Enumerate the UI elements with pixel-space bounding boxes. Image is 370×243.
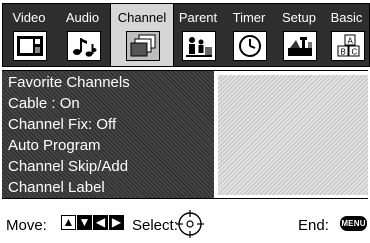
tab-video[interactable]: Video bbox=[3, 4, 55, 66]
parent-family-icon bbox=[182, 31, 216, 61]
menu-tab-bar: Video Audio Channel Parent Timer Setup B… bbox=[2, 3, 370, 67]
tab-video-label: Video bbox=[12, 10, 46, 25]
tab-audio[interactable]: Audio bbox=[55, 4, 110, 66]
music-notes-icon bbox=[66, 31, 101, 61]
help-bar: Move: ▲ ▼ ◀ ▶ Select: End: MENU bbox=[0, 210, 370, 240]
svg-text:A: A bbox=[347, 37, 353, 46]
svg-text:B: B bbox=[340, 48, 345, 57]
end-label: End: bbox=[298, 217, 329, 234]
tab-basic-label: Basic bbox=[330, 10, 363, 25]
menu-item-channel-skip-add[interactable]: Channel Skip/Add bbox=[8, 156, 212, 177]
menu-item-auto-program[interactable]: Auto Program bbox=[8, 135, 212, 156]
tv-menu-screen: Video Audio Channel Parent Timer Setup B… bbox=[0, 0, 370, 243]
background-pattern-area bbox=[218, 75, 368, 195]
arrow-up-icon: ▲ bbox=[61, 215, 76, 230]
tab-channel-label: Channel bbox=[117, 10, 167, 25]
tab-timer-label: Timer bbox=[232, 10, 266, 25]
menu-item-favorite-channels[interactable]: Favorite Channels bbox=[8, 72, 212, 93]
tab-setup-label: Setup bbox=[282, 10, 316, 25]
abc-blocks-icon: A B C bbox=[330, 31, 365, 61]
channel-stack-icon bbox=[126, 31, 160, 61]
menu-key-icon: MENU bbox=[340, 216, 367, 231]
select-label: Select: bbox=[132, 217, 178, 234]
clock-icon bbox=[233, 31, 267, 61]
menu-item-channel-label[interactable]: Channel Label bbox=[8, 177, 212, 198]
svg-text:C: C bbox=[351, 48, 357, 57]
setup-tools-icon bbox=[283, 31, 317, 61]
menu-item-cable[interactable]: Cable : On bbox=[8, 93, 212, 114]
arrow-right-icon: ▶ bbox=[109, 215, 124, 230]
tab-audio-label: Audio bbox=[65, 10, 100, 25]
tab-channel[interactable]: Channel bbox=[110, 4, 174, 66]
menu-item-channel-fix[interactable]: Channel Fix: Off bbox=[8, 114, 212, 135]
tv-screen-icon bbox=[13, 31, 47, 61]
arrow-left-icon: ◀ bbox=[93, 215, 108, 230]
tab-setup[interactable]: Setup bbox=[274, 4, 324, 66]
tab-parent[interactable]: Parent bbox=[172, 4, 224, 66]
arrow-down-icon: ▼ bbox=[77, 215, 92, 230]
tab-basic[interactable]: Basic A B C bbox=[324, 4, 369, 66]
channel-menu-list: Favorite Channels Cable : On Channel Fix… bbox=[2, 71, 214, 198]
tab-parent-label: Parent bbox=[178, 10, 218, 25]
select-joystick-icon bbox=[175, 210, 205, 243]
move-label: Move: bbox=[6, 217, 47, 234]
tab-timer[interactable]: Timer bbox=[224, 4, 274, 66]
channel-menu-panel: Favorite Channels Cable : On Channel Fix… bbox=[2, 70, 368, 199]
